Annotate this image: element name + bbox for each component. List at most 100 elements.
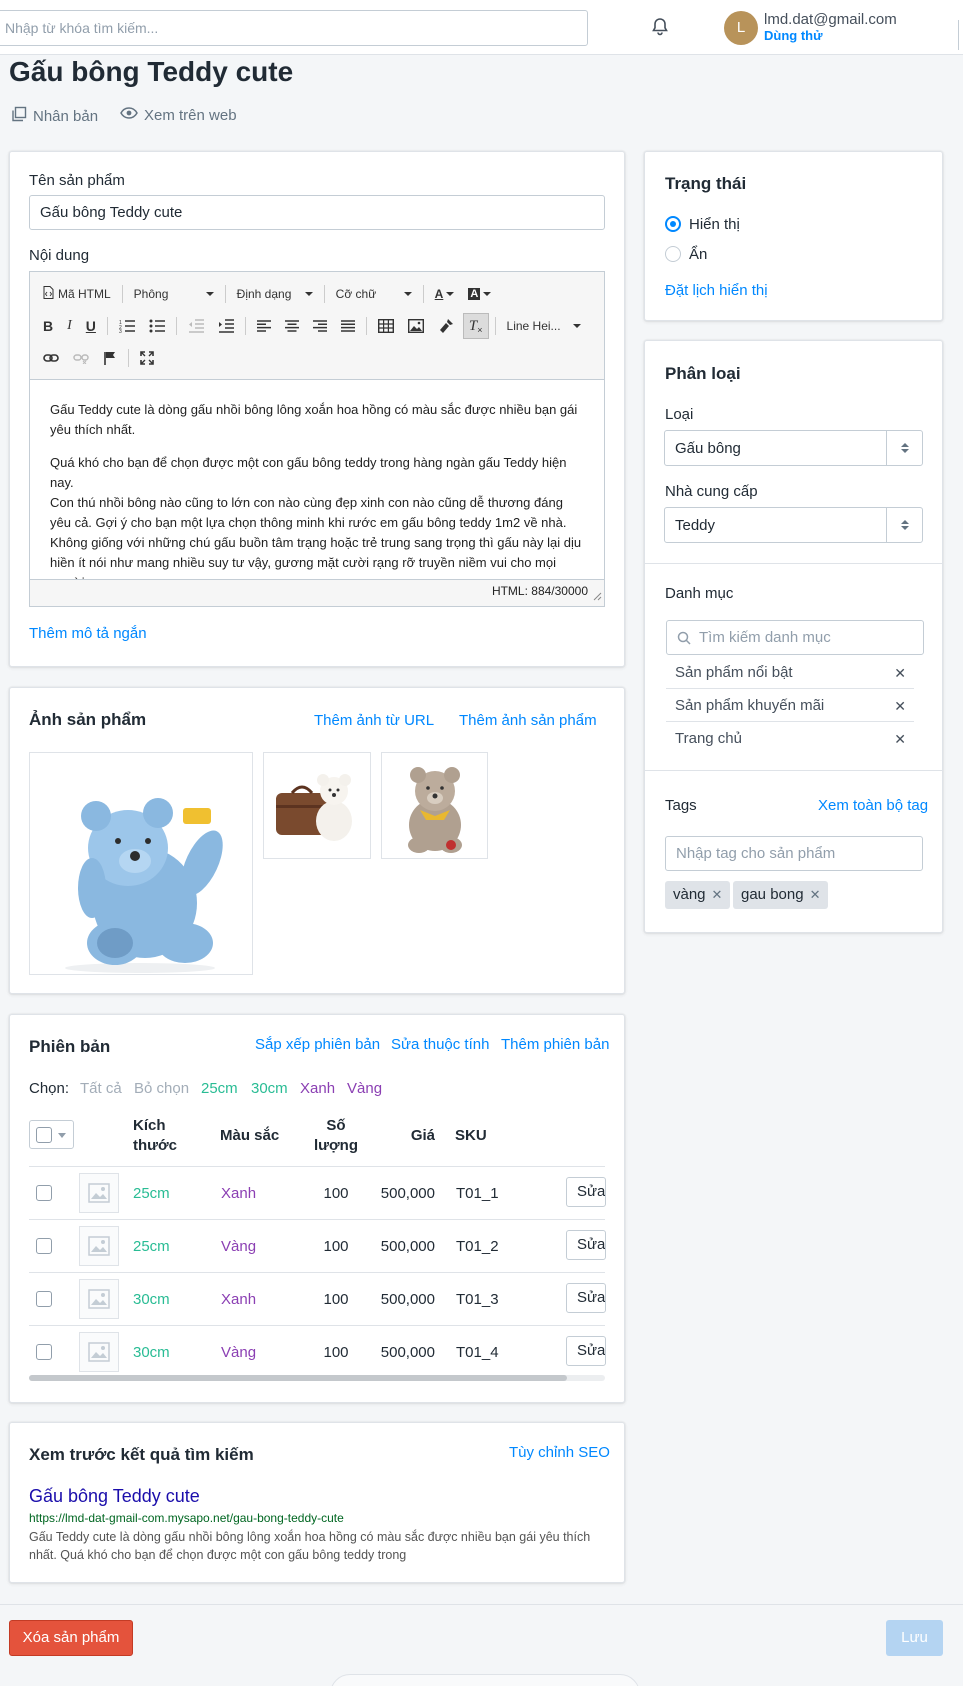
variant-color[interactable]: Xanh — [221, 1185, 256, 1202]
line-height-label: Line Hei... — [506, 319, 561, 333]
variant-image-placeholder[interactable] — [79, 1173, 119, 1213]
variant-sku: T01_2 — [456, 1238, 499, 1255]
product-image-3[interactable] — [381, 752, 488, 859]
html-source-button[interactable]: Mã HTML — [38, 281, 116, 307]
search-input[interactable]: Nhập từ khóa tìm kiếm... — [0, 10, 588, 46]
add-image-link[interactable]: Thêm ảnh sản phẩm — [459, 712, 597, 729]
underline-icon[interactable]: U — [81, 313, 101, 339]
line-height-select[interactable]: Line Hei... — [502, 313, 586, 339]
align-center-icon[interactable] — [280, 313, 304, 339]
align-left-icon[interactable] — [252, 313, 276, 339]
editor-content[interactable]: Gấu Teddy cute là dòng gấu nhồi bông lôn… — [30, 379, 604, 580]
edit-attributes-link[interactable]: Sửa thuộc tính — [391, 1036, 489, 1053]
edit-variant-button[interactable]: Sửa — [566, 1230, 606, 1260]
remove-icon[interactable]: ✕ — [894, 690, 906, 722]
save-button[interactable]: Lưu — [886, 1620, 943, 1656]
add-variant-link[interactable]: Thêm phiên bản — [501, 1036, 609, 1053]
variant-image-placeholder[interactable] — [79, 1279, 119, 1319]
variant-size[interactable]: 25cm — [133, 1185, 170, 1202]
resize-handle-icon[interactable] — [592, 588, 602, 604]
italic-icon[interactable]: I — [62, 313, 77, 339]
vendor-select[interactable]: Teddy — [664, 507, 923, 543]
product-image-2[interactable] — [263, 752, 371, 859]
product-image-main[interactable] — [29, 752, 253, 975]
scrollbar-thumb[interactable] — [29, 1375, 567, 1381]
filter-30cm[interactable]: 30cm — [251, 1080, 288, 1097]
variant-size[interactable]: 30cm — [133, 1344, 170, 1361]
align-justify-icon[interactable] — [336, 313, 360, 339]
customize-seo-link[interactable]: Tùy chỉnh SEO — [509, 1444, 610, 1461]
sort-variants-link[interactable]: Sắp xếp phiên bản — [255, 1036, 380, 1053]
variant-image-placeholder[interactable] — [79, 1226, 119, 1266]
font-size-select[interactable]: Cỡ chữ — [331, 281, 417, 307]
edit-variant-button[interactable]: Sửa — [566, 1283, 606, 1313]
view-on-web-label: Xem trên web — [144, 106, 237, 124]
user-plan: Dùng thử — [764, 28, 823, 43]
link-icon[interactable] — [38, 345, 64, 371]
user-email[interactable]: lmd.dat@gmail.com — [764, 11, 897, 28]
flag-icon[interactable] — [98, 345, 122, 371]
variant-color[interactable]: Vàng — [221, 1344, 256, 1361]
bulk-select-dropdown[interactable] — [29, 1120, 74, 1149]
unordered-list-icon[interactable] — [144, 313, 170, 339]
filter-vang[interactable]: Vàng — [347, 1080, 382, 1097]
close-icon[interactable]: ✕ — [712, 887, 723, 902]
schedule-link[interactable]: Đặt lịch hiển thị — [665, 282, 768, 299]
visible-radio[interactable] — [665, 216, 681, 232]
toolbar-separator — [422, 285, 424, 303]
product-name-input[interactable]: Gấu bông Teddy cute — [29, 195, 605, 230]
filter-none[interactable]: Bỏ chọn — [134, 1080, 189, 1097]
unlink-icon[interactable] — [68, 345, 94, 371]
select-arrows-icon — [886, 508, 922, 542]
avatar[interactable]: L — [724, 11, 758, 45]
column-header-size: Kích thước — [133, 1117, 178, 1154]
text-color-button[interactable]: A — [430, 281, 460, 307]
remove-icon[interactable]: ✕ — [894, 723, 906, 755]
horizontal-scrollbar[interactable] — [29, 1375, 605, 1381]
type-select[interactable]: Gấu bông — [664, 430, 923, 466]
tag-input[interactable]: Nhập tag cho sản phẩm — [665, 836, 923, 871]
outdent-icon[interactable] — [183, 313, 209, 339]
clear-format-icon[interactable]: T × — [462, 313, 489, 339]
category-search-input[interactable]: Tìm kiếm danh mục — [666, 620, 924, 655]
visible-label[interactable]: Hiển thị — [689, 216, 740, 233]
close-icon[interactable]: ✕ — [810, 887, 821, 902]
filter-25cm[interactable]: 25cm — [201, 1080, 238, 1097]
fullscreen-icon[interactable] — [135, 345, 159, 371]
filter-all[interactable]: Tất cả — [80, 1080, 122, 1097]
variant-size[interactable]: 25cm — [133, 1238, 170, 1255]
filter-xanh[interactable]: Xanh — [300, 1080, 335, 1097]
search-icon — [677, 631, 691, 645]
align-right-icon[interactable] — [308, 313, 332, 339]
delete-product-button[interactable]: Xóa sản phẩm — [9, 1620, 133, 1656]
edit-variant-button[interactable]: Sửa — [566, 1336, 606, 1366]
remove-icon[interactable]: ✕ — [894, 657, 906, 689]
duplicate-button[interactable]: Nhân bản — [11, 106, 98, 126]
bell-icon[interactable] — [648, 15, 672, 39]
font-select[interactable]: Phông — [129, 281, 219, 307]
variant-color[interactable]: Vàng — [221, 1238, 256, 1255]
variant-size[interactable]: 30cm — [133, 1291, 170, 1308]
view-on-web-button[interactable]: Xem trên web — [120, 106, 237, 124]
view-all-tags-link[interactable]: Xem toàn bộ tag — [818, 797, 928, 814]
indent-icon[interactable] — [213, 313, 239, 339]
background-color-button[interactable]: A — [463, 281, 496, 307]
hidden-radio[interactable] — [665, 246, 681, 262]
image-icon[interactable] — [403, 313, 429, 339]
row-checkbox[interactable] — [36, 1291, 52, 1307]
row-checkbox[interactable] — [36, 1238, 52, 1254]
table-icon[interactable] — [373, 313, 399, 339]
add-short-description-link[interactable]: Thêm mô tả ngắn — [29, 625, 147, 642]
format-painter-icon[interactable] — [433, 313, 459, 339]
ordered-list-icon[interactable]: 123 — [114, 313, 140, 339]
variant-color[interactable]: Xanh — [221, 1291, 256, 1308]
select-all-checkbox[interactable] — [36, 1127, 52, 1143]
row-checkbox[interactable] — [36, 1344, 52, 1360]
variant-image-placeholder[interactable] — [79, 1332, 119, 1372]
edit-variant-button[interactable]: Sửa — [566, 1177, 606, 1207]
format-select[interactable]: Định dạng — [232, 281, 318, 307]
hidden-label[interactable]: Ẩn — [689, 246, 707, 263]
row-checkbox[interactable] — [36, 1185, 52, 1201]
bold-icon[interactable]: B — [38, 313, 58, 339]
add-image-url-link[interactable]: Thêm ảnh từ URL — [314, 712, 434, 729]
